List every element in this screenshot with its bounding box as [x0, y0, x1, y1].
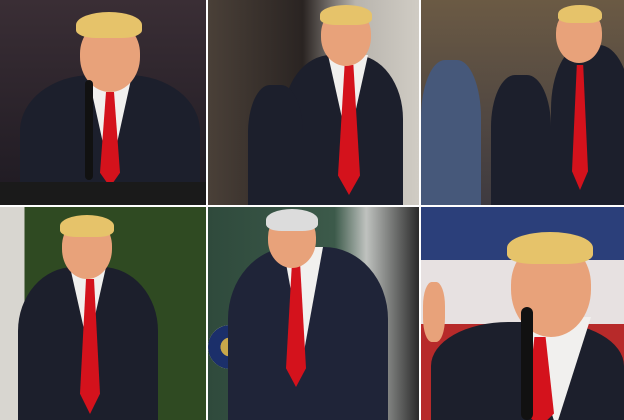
- hair: [558, 5, 602, 23]
- microphone-icon: [521, 307, 533, 420]
- hair: [60, 215, 114, 237]
- background-person: [491, 75, 551, 205]
- hair: [507, 232, 593, 264]
- raised-hand: [423, 282, 445, 342]
- suit: [551, 45, 624, 205]
- photo-panel-standing-garden: [0, 207, 206, 420]
- hair: [320, 5, 372, 25]
- photo-panel-closeup-speech: [421, 207, 624, 420]
- photo-panel-rally-speech: [0, 0, 206, 205]
- podium: [0, 182, 206, 205]
- photo-panel-walking-press: [208, 0, 419, 205]
- photo-panel-handshake: [421, 0, 624, 205]
- hair: [76, 12, 142, 38]
- worker-person: [421, 60, 481, 205]
- background-person: [248, 85, 303, 205]
- microphone-icon: [85, 80, 93, 180]
- photo-panel-salute-helicopter: [208, 207, 419, 420]
- hair: [266, 209, 318, 231]
